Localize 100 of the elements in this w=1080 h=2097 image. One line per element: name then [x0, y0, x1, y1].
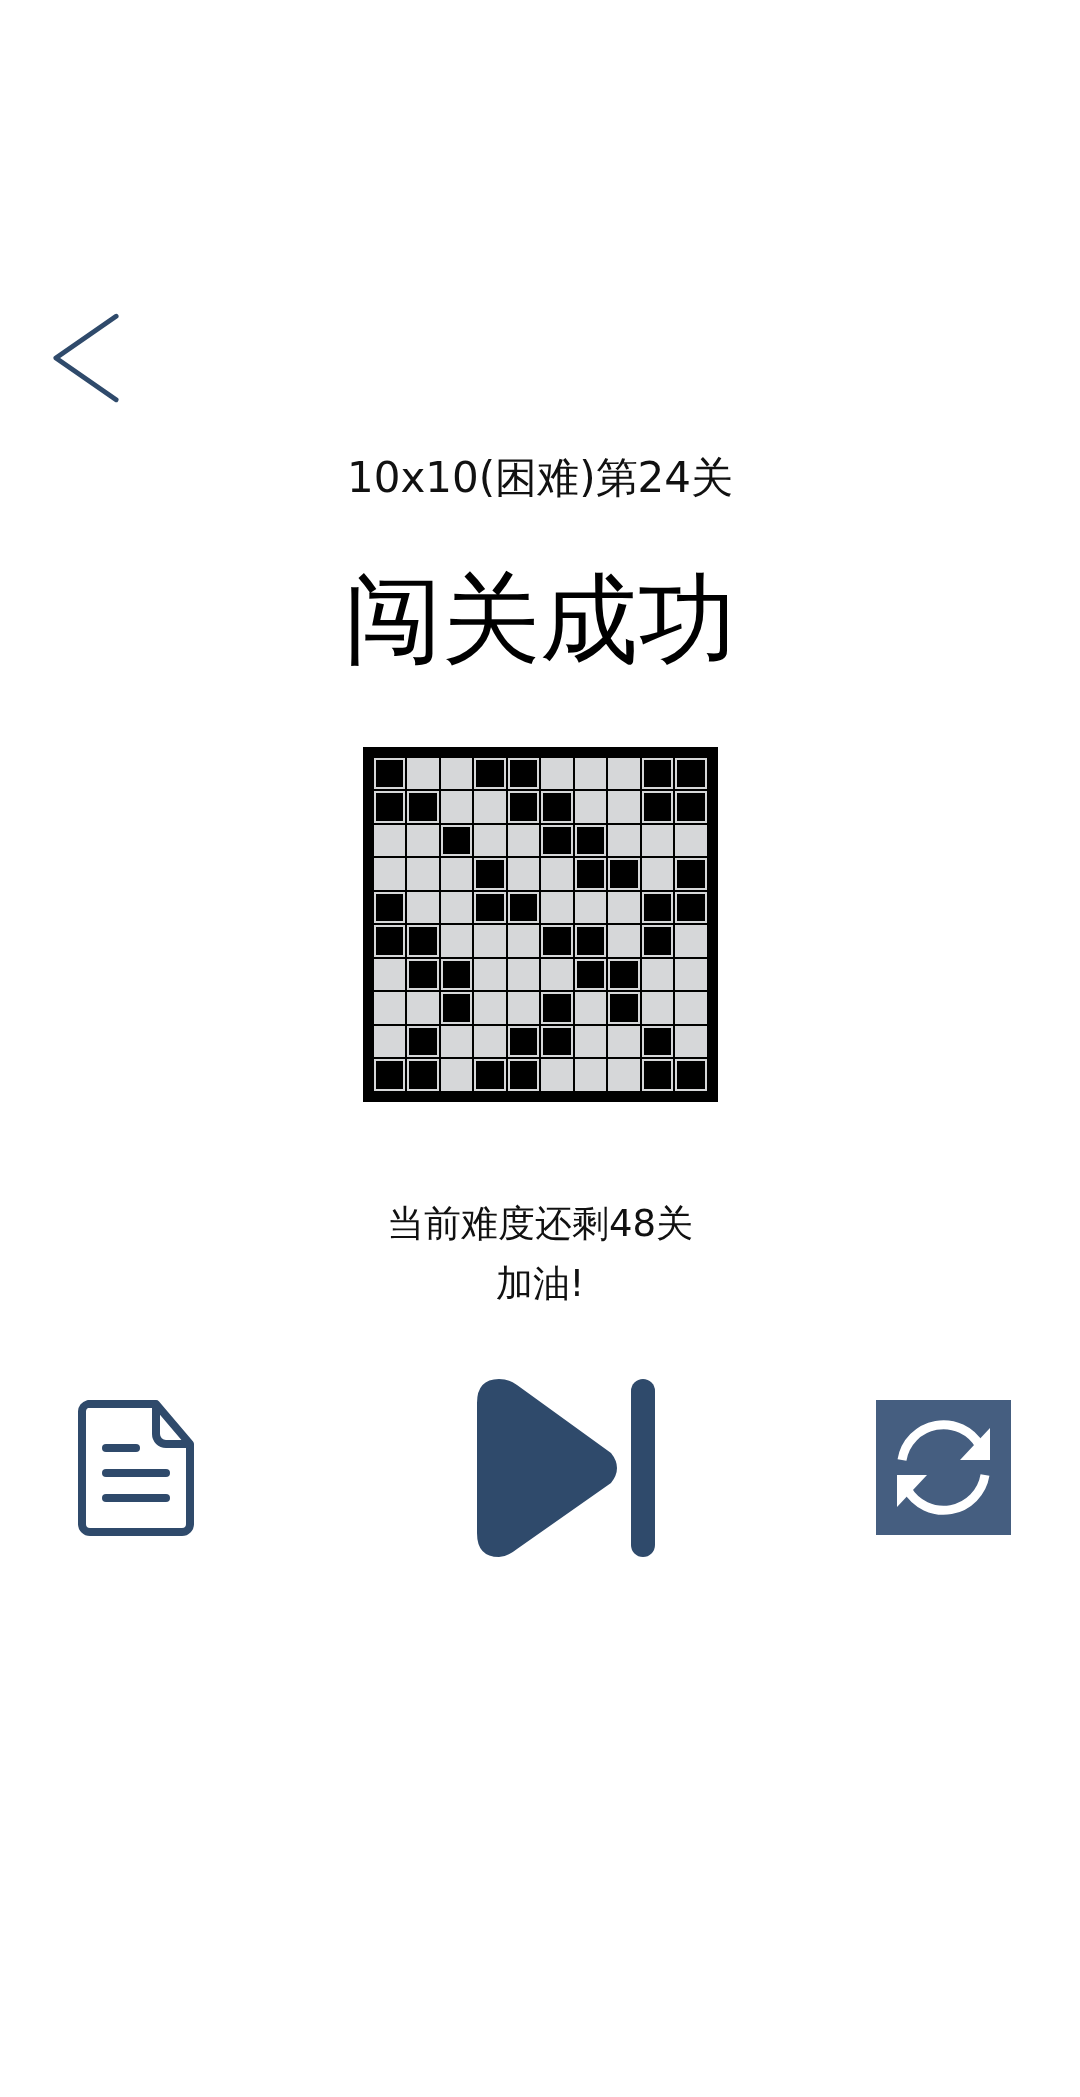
grid-cell: [641, 959, 673, 991]
grid-cell: [407, 758, 439, 790]
grid-cell: [608, 825, 640, 857]
grid-cell: [574, 758, 606, 790]
grid-cell: [507, 959, 539, 991]
grid-cell: [407, 892, 439, 924]
grid-cell: [608, 959, 640, 991]
grid-cell: [440, 925, 472, 957]
grid-cell: [574, 1026, 606, 1058]
grid-cell: [608, 992, 640, 1024]
grid-cell: [541, 892, 573, 924]
grid-cell: [675, 825, 707, 857]
grid-cell: [608, 758, 640, 790]
grid-cell: [474, 1059, 506, 1091]
grid-cell: [373, 791, 405, 823]
grid-cell: [541, 758, 573, 790]
grid-cell: [474, 758, 506, 790]
grid-cell: [574, 959, 606, 991]
grid-cell: [407, 791, 439, 823]
grid-cell: [373, 1026, 405, 1058]
grid-cell: [675, 992, 707, 1024]
grid-cell: [507, 758, 539, 790]
grid-cell: [440, 1059, 472, 1091]
grid-cell: [507, 1059, 539, 1091]
back-icon[interactable]: [52, 313, 120, 403]
document-icon[interactable]: [78, 1399, 194, 1536]
grid-cell: [507, 791, 539, 823]
grid-cell: [541, 925, 573, 957]
grid-cell: [608, 1059, 640, 1091]
grid-cell: [541, 959, 573, 991]
grid-cell: [675, 959, 707, 991]
grid-cell: [675, 1026, 707, 1058]
grid-cell: [507, 1026, 539, 1058]
grid-cell: [541, 1059, 573, 1091]
grid-cell: [641, 858, 673, 890]
grid-cell: [574, 892, 606, 924]
grid-cell: [675, 1059, 707, 1091]
grid-cell: [608, 791, 640, 823]
grid-cell: [608, 1026, 640, 1058]
grid-cell: [541, 825, 573, 857]
grid-cell: [440, 992, 472, 1024]
result-title: 闯关成功: [344, 561, 736, 679]
message-text: 当前难度还剩48关: [386, 1202, 694, 1247]
grid-cell: [541, 791, 573, 823]
grid-cell: [574, 992, 606, 1024]
grid-cell: [373, 758, 405, 790]
grid-cell: [541, 992, 573, 1024]
grid-cell: [407, 992, 439, 1024]
grid-cell: [440, 1026, 472, 1058]
grid-cell: [474, 959, 506, 991]
grid-cell: [440, 825, 472, 857]
grid-cell: [675, 925, 707, 957]
grid-cell: [541, 858, 573, 890]
grid-cell: [574, 825, 606, 857]
grid-cell: [373, 825, 405, 857]
grid-cell: [407, 925, 439, 957]
grid-cell: [675, 892, 707, 924]
grid-cell: [641, 992, 673, 1024]
grid-cell: [507, 992, 539, 1024]
grid-cell: [407, 959, 439, 991]
grid-cell: [373, 925, 405, 957]
grid-cell: [541, 1026, 573, 1058]
grid-cell: [641, 1026, 673, 1058]
grid-cell: [373, 858, 405, 890]
grid-cell: [675, 758, 707, 790]
grid-cell: [474, 1026, 506, 1058]
grid-cell: [641, 1059, 673, 1091]
grid-cell: [507, 892, 539, 924]
grid-cell: [641, 925, 673, 957]
grid-cell: [373, 992, 405, 1024]
grid-cell: [373, 959, 405, 991]
grid-cell: [641, 791, 673, 823]
grid-cell: [373, 892, 405, 924]
grid-cell: [474, 791, 506, 823]
grid-cell: [373, 1059, 405, 1091]
grid-cell: [608, 858, 640, 890]
grid-cell: [574, 791, 606, 823]
grid-cell: [440, 858, 472, 890]
grid-cell: [440, 791, 472, 823]
grid-cell: [407, 858, 439, 890]
grid-cell: [641, 892, 673, 924]
grid-cell: [474, 858, 506, 890]
grid-cell: [574, 925, 606, 957]
refresh-icon[interactable]: [876, 1400, 1011, 1536]
grid-cell: [407, 825, 439, 857]
grid-cell: [574, 1059, 606, 1091]
grid-cell: [440, 959, 472, 991]
message-text: 加油!: [495, 1262, 585, 1307]
grid-cell: [574, 858, 606, 890]
grid-cell: [474, 925, 506, 957]
grid-cell: [440, 758, 472, 790]
grid-cell: [675, 858, 707, 890]
grid-cell: [407, 1059, 439, 1091]
grid-cell: [507, 858, 539, 890]
grid-cell: [474, 992, 506, 1024]
grid-cell: [507, 925, 539, 957]
grid-cell: [407, 1026, 439, 1058]
grid-cell: [440, 892, 472, 924]
grid-cell: [608, 925, 640, 957]
grid-cell: [675, 791, 707, 823]
